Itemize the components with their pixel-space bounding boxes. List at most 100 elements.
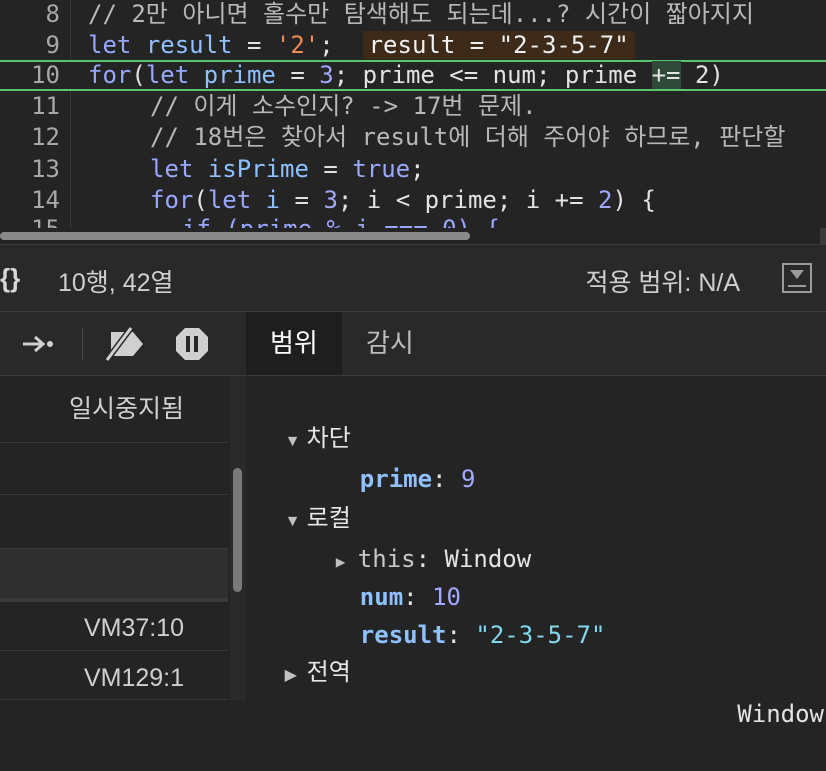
scope-property[interactable]: num: 10 [302, 540, 461, 611]
call-frame-location[interactable]: VM129:1 [0, 651, 228, 700]
scope-section-local[interactable]: ▼ 로컬 [258, 462, 351, 532]
operator: = [280, 186, 324, 214]
scope-section-block[interactable]: ▼ 차단 [258, 382, 351, 452]
variable-name: result [145, 31, 233, 59]
keyword-for: for [150, 186, 194, 214]
number-literal: 2 [598, 186, 613, 214]
toolbar-separator [82, 328, 83, 360]
operator: += [540, 186, 599, 214]
call-stack-pane: 일시중지됨 VM37:10 VM129:1 [0, 376, 230, 700]
scope-property-this[interactable]: ▶ this: Window [278, 502, 531, 573]
inline-value-badge: result = "2-3-5-7" [362, 31, 635, 59]
variable-name: i [525, 186, 541, 214]
code-line-9[interactable]: 9 let result = '2'; result = "2-3-5-7" [0, 30, 826, 61]
paren: ) { [612, 186, 656, 214]
line-number[interactable]: 11 [0, 91, 60, 122]
code-line-11[interactable]: 11 // 이게 소수인지? -> 17번 문제. [0, 91, 826, 122]
semicolon: ; [333, 61, 363, 89]
paren: ) [709, 61, 724, 89]
collapsed-triangle-icon[interactable]: ▶ [285, 657, 307, 695]
code-text: for(let prime = 3; prime <= num; prime +… [88, 61, 724, 89]
scope-section-global[interactable]: ▶ 전역 Window [258, 616, 824, 728]
scope-property[interactable]: prime: 9 [302, 422, 476, 493]
variable-name: i [265, 186, 281, 214]
string-literal: '2' [275, 31, 320, 59]
list-item[interactable] [0, 443, 228, 495]
line-number[interactable]: 8 [0, 0, 60, 30]
line-number[interactable]: 13 [0, 154, 60, 185]
code-line-14[interactable]: 14 for(let i = 3; i < prime; i += 2) { [0, 185, 826, 216]
variable-name: isPrime [207, 155, 309, 183]
variable-name: num [492, 61, 536, 89]
line-number[interactable]: 12 [0, 122, 60, 153]
scope-pane: ▼ 차단 prime: 9 ▼ 로컬 ▶ this: Window num: 10 r… [246, 376, 826, 728]
coverage-status: 적용 범위: N/A [585, 269, 740, 297]
operator: <= [434, 61, 493, 89]
property-value: 9 [460, 465, 476, 493]
boolean-literal: true [352, 155, 411, 183]
call-frame-location[interactable]: VM37:10 [0, 599, 228, 651]
list-item-selected[interactable] [0, 549, 228, 599]
number-literal: 3 [319, 61, 334, 89]
code-line-8[interactable]: 8 // 2만 아니면 홀수만 탐색해도 되는데...? 시간이 짧아지지 [0, 0, 826, 30]
variable-name: prime [564, 61, 638, 89]
line-number[interactable]: 15 [0, 214, 60, 228]
code-editor[interactable]: 8 // 2만 아니면 홀수만 탐색해도 되는데...? 시간이 짧아지지 9 … [0, 0, 826, 228]
keyword-let: let [150, 155, 194, 183]
line-number[interactable]: 9 [0, 30, 60, 61]
scrollbar-thumb[interactable] [0, 232, 470, 240]
deactivate-breakpoints-icon[interactable] [100, 326, 148, 362]
current-expression-highlight: += [651, 61, 681, 89]
keyword-let: let [207, 186, 252, 214]
variable-name: prime [424, 186, 497, 214]
call-stack-scrollbar[interactable] [230, 376, 247, 700]
keyword-let: let [145, 61, 190, 89]
keyword-let: let [88, 31, 132, 59]
code-line-15-partial[interactable]: 15 if (prime % i === 0) { [0, 214, 826, 228]
list-item[interactable] [0, 495, 228, 549]
pause-on-exceptions-icon[interactable] [172, 326, 212, 362]
sidebar-tabs: 범위 감시 [246, 312, 826, 376]
operator: = [308, 155, 353, 183]
operator: = [232, 31, 276, 59]
variable-name: prime [362, 61, 435, 89]
scope-value: Window [737, 700, 824, 728]
scope-property[interactable]: result: "2-3-5-7" [302, 578, 606, 649]
semicolon: ; [536, 61, 565, 89]
cursor-position: 10행, 42열 [58, 269, 174, 297]
line-number[interactable]: 10 [0, 62, 60, 89]
operator: = [275, 61, 320, 89]
number-literal: 2 [694, 61, 710, 89]
code-line-13[interactable]: 13 let isPrime = true; [0, 154, 826, 185]
variable-name: i [366, 186, 382, 214]
number-literal: 3 [323, 186, 338, 214]
operator: < [381, 186, 425, 214]
keyword-for: for [88, 61, 132, 89]
semicolon: ; [319, 31, 334, 59]
scrollbar-thumb[interactable] [233, 468, 242, 592]
editor-status-bar: {} 10행, 42열 적용 범위: N/A [0, 244, 826, 312]
semicolon: ; [337, 186, 367, 214]
paused-status: 일시중지됨 [0, 376, 228, 443]
code-line-12[interactable]: 12 // 18번은 찾아서 result에 더해 주어야 하므로, 판단할 [0, 122, 826, 153]
editor-horizontal-scrollbar[interactable] [0, 228, 826, 244]
toggle-drawer-icon[interactable] [782, 263, 812, 293]
code-text: let isPrime = true; [150, 154, 425, 185]
code-line-10-execution[interactable]: 10 for(let prime = 3; prime <= num; prim… [0, 60, 826, 91]
tab-watch[interactable]: 감시 [342, 312, 438, 375]
code-text: for(let i = 3; i < prime; i += 2) { [150, 185, 656, 216]
scope-label: 전역 [306, 659, 351, 686]
code-text: if (prime % i === 0) { [182, 214, 500, 228]
paren: ( [193, 186, 208, 214]
line-number[interactable]: 14 [0, 185, 60, 216]
code-comment: // 18번은 찾아서 result에 더해 주어야 하므로, 판단할 [150, 123, 786, 151]
property-name: prime [359, 465, 433, 493]
debugger-toolbar [0, 312, 246, 376]
variable-name: prime [203, 61, 276, 89]
pretty-print-icon[interactable]: {} [0, 263, 20, 294]
code-comment: // 2만 아니면 홀수만 탐색해도 되는데...? 시간이 짧아지지 [88, 0, 754, 28]
paren: ( [131, 61, 146, 89]
tab-scope[interactable]: 범위 [246, 312, 342, 375]
semicolon: ; [410, 155, 425, 183]
step-icon[interactable] [20, 326, 56, 362]
